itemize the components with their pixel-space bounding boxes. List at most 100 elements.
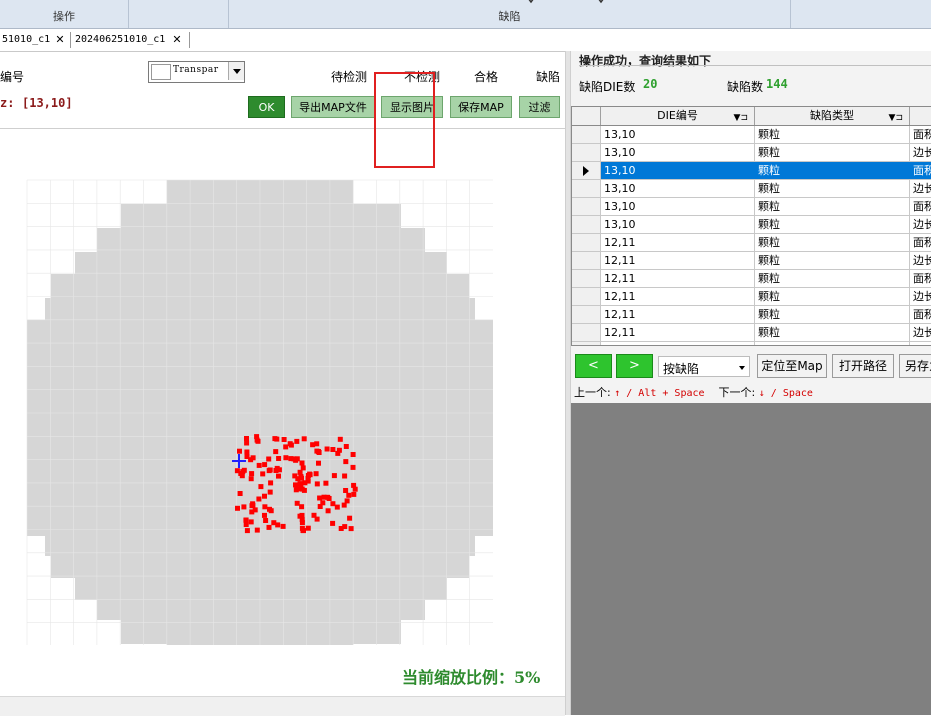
- defect-marker[interactable]: [256, 496, 262, 502]
- navigation-mode-select[interactable]: 按缺陷: [658, 356, 750, 377]
- defect-marker[interactable]: [342, 524, 348, 530]
- defect-marker[interactable]: [320, 500, 326, 506]
- defect-marker[interactable]: [313, 471, 319, 477]
- defect-marker[interactable]: [238, 471, 244, 476]
- defect-marker[interactable]: [350, 464, 356, 470]
- tab-document-2[interactable]: 202406251010_c1: [73, 30, 171, 50]
- defect-grid[interactable]: DIE编号 ▼⊐ 缺陷类型 ▼⊐ 13,10颗粒面积13,10颗粒边长13,10…: [571, 106, 931, 346]
- defect-marker[interactable]: [351, 482, 357, 488]
- defect-marker[interactable]: [310, 442, 316, 448]
- table-row[interactable]: 12,11颗粒面积: [572, 234, 931, 252]
- defect-marker[interactable]: [237, 491, 243, 496]
- defect-marker[interactable]: [262, 493, 267, 499]
- defect-marker[interactable]: [281, 437, 287, 442]
- defect-marker[interactable]: [300, 465, 306, 471]
- defect-marker[interactable]: [321, 494, 327, 500]
- defect-marker[interactable]: [254, 434, 260, 440]
- defect-marker[interactable]: [244, 449, 250, 455]
- defect-marker[interactable]: [250, 455, 256, 461]
- defect-marker[interactable]: [237, 448, 242, 454]
- defect-marker[interactable]: [248, 476, 254, 482]
- defect-marker[interactable]: [276, 456, 282, 461]
- defect-marker[interactable]: [263, 518, 269, 523]
- defect-marker[interactable]: [305, 478, 311, 484]
- defect-marker[interactable]: [331, 473, 337, 479]
- defect-marker[interactable]: [243, 517, 249, 523]
- defect-marker[interactable]: [316, 450, 322, 455]
- save-map-button[interactable]: 保存MAP: [450, 96, 512, 118]
- column-header-die[interactable]: DIE编号 ▼⊐: [601, 107, 755, 125]
- defect-marker[interactable]: [294, 438, 300, 444]
- defect-marker[interactable]: [243, 522, 249, 527]
- defect-marker[interactable]: [254, 527, 260, 533]
- table-row[interactable]: 13,10颗粒面积: [572, 162, 931, 180]
- defect-marker[interactable]: [287, 441, 293, 447]
- defect-marker[interactable]: [273, 449, 279, 455]
- wafer-map-view[interactable]: [0, 129, 565, 695]
- defect-marker[interactable]: [260, 471, 266, 477]
- chevron-down-icon[interactable]: [228, 62, 244, 80]
- ribbon-group-operations[interactable]: 操作: [0, 0, 129, 28]
- filter-icon[interactable]: ▼⊐: [889, 109, 903, 127]
- table-row[interactable]: 12,11颗粒面积: [572, 270, 931, 288]
- wafer-map[interactable]: [0, 129, 565, 695]
- table-row[interactable]: 13,10颗粒边长: [572, 180, 931, 198]
- filter-icon[interactable]: ▼⊐: [734, 109, 748, 127]
- defect-marker[interactable]: [347, 515, 353, 521]
- defect-marker[interactable]: [235, 505, 240, 511]
- defect-marker[interactable]: [298, 484, 304, 490]
- defect-marker[interactable]: [348, 526, 354, 532]
- defect-marker[interactable]: [244, 440, 250, 446]
- defect-marker[interactable]: [350, 452, 356, 457]
- defect-marker[interactable]: [262, 512, 267, 518]
- defect-marker[interactable]: [274, 465, 280, 471]
- defect-marker[interactable]: [283, 455, 289, 461]
- defect-marker[interactable]: [267, 467, 273, 473]
- defect-marker[interactable]: [299, 512, 305, 518]
- defect-marker[interactable]: [342, 473, 348, 479]
- defect-marker[interactable]: [256, 462, 262, 468]
- defect-marker[interactable]: [271, 520, 277, 526]
- defect-marker[interactable]: [293, 457, 299, 463]
- defect-marker[interactable]: [330, 447, 336, 452]
- close-icon[interactable]: ✕: [54, 30, 66, 50]
- defect-marker[interactable]: [324, 446, 330, 452]
- defect-marker[interactable]: [299, 520, 305, 526]
- column-header-extra[interactable]: [910, 107, 931, 125]
- export-map-button[interactable]: 导出MAP文件: [291, 96, 375, 118]
- defect-marker[interactable]: [262, 504, 268, 510]
- table-row[interactable]: 13,10颗粒面积: [572, 126, 931, 144]
- defect-marker[interactable]: [241, 504, 247, 510]
- tab-document-1[interactable]: 51010_c1: [0, 30, 56, 50]
- open-path-button[interactable]: 打开路径: [832, 354, 894, 378]
- close-icon[interactable]: ✕: [171, 30, 183, 50]
- defect-marker[interactable]: [343, 444, 349, 449]
- defect-marker[interactable]: [268, 480, 274, 486]
- table-row[interactable]: 12,11颗粒面积: [572, 306, 931, 324]
- save-as-button[interactable]: 另存为: [899, 354, 931, 378]
- defect-marker[interactable]: [335, 450, 341, 456]
- defect-marker[interactable]: [262, 462, 268, 468]
- defect-marker[interactable]: [283, 444, 289, 450]
- defect-marker[interactable]: [267, 489, 273, 495]
- defect-marker[interactable]: [314, 481, 320, 487]
- defect-marker[interactable]: [267, 506, 272, 512]
- defect-marker[interactable]: [305, 525, 311, 531]
- defect-marker[interactable]: [266, 456, 272, 462]
- table-row[interactable]: 12,11: [572, 342, 931, 345]
- defect-marker[interactable]: [249, 471, 255, 477]
- defect-marker[interactable]: [301, 436, 307, 442]
- table-row[interactable]: 12,11颗粒边长: [572, 252, 931, 270]
- defect-marker[interactable]: [301, 528, 306, 534]
- prev-button[interactable]: <: [575, 354, 612, 378]
- defect-marker[interactable]: [293, 482, 298, 488]
- defect-marker[interactable]: [330, 520, 336, 526]
- defect-marker[interactable]: [294, 500, 300, 506]
- defect-marker[interactable]: [343, 488, 349, 493]
- defect-marker[interactable]: [341, 502, 347, 508]
- defect-marker[interactable]: [317, 495, 323, 501]
- image-preview[interactable]: [571, 403, 931, 715]
- defect-marker[interactable]: [307, 471, 313, 477]
- column-header-type[interactable]: 缺陷类型 ▼⊐: [755, 107, 910, 125]
- defect-marker[interactable]: [274, 436, 280, 442]
